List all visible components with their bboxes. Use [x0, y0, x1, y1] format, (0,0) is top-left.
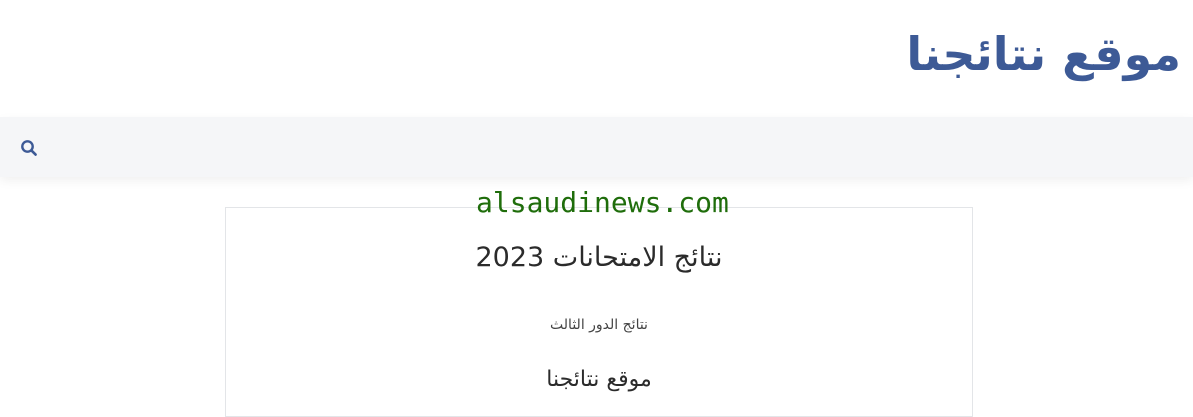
- third-round-results-link[interactable]: نتائج الدور الثالث: [550, 317, 648, 333]
- nav-bar: [0, 117, 1193, 177]
- third-round-results-link-row: نتائج الدور الثالث: [226, 315, 972, 335]
- article-subheading: موقع نتائجنا: [546, 367, 652, 392]
- search-icon: [21, 140, 37, 156]
- article-heading: نتائج الامتحانات 2023: [475, 242, 723, 273]
- search-button[interactable]: [18, 137, 40, 159]
- content-card: نتائج الامتحانات 2023 نتائج الدور الثالث…: [225, 207, 973, 417]
- site-title[interactable]: موقع نتائجنا: [906, 24, 1181, 84]
- watermark-text: alsaudinews.com: [476, 186, 729, 219]
- site-header: موقع نتائجنا: [0, 0, 1193, 117]
